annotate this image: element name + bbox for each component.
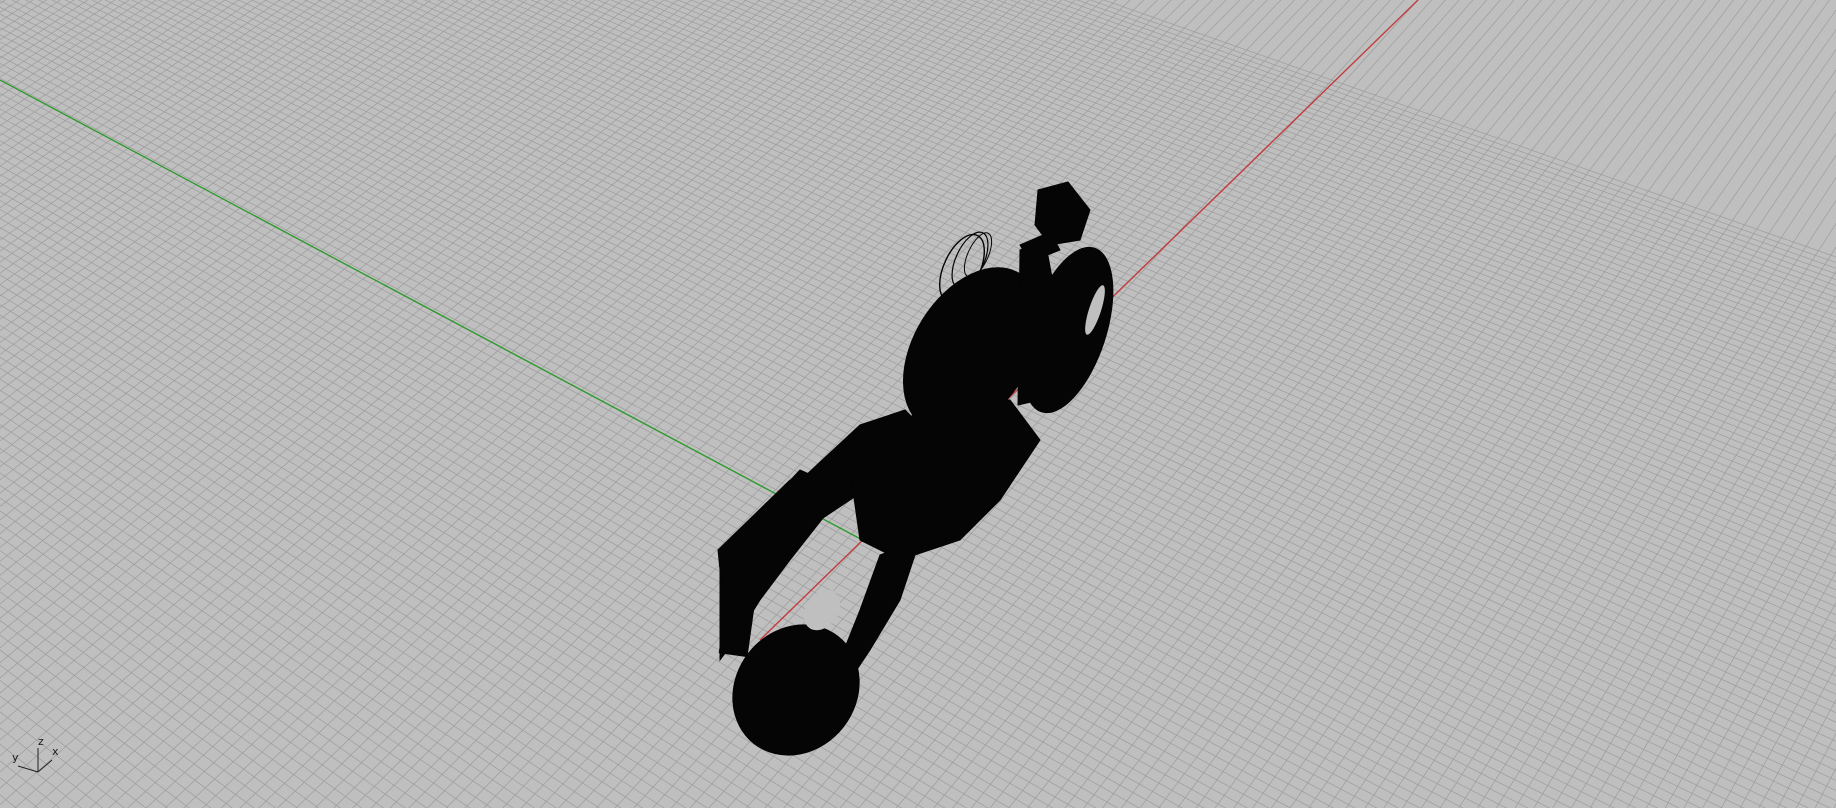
grid-line <box>445 0 1241 808</box>
grid-line <box>0 0 1061 808</box>
grid-line <box>0 0 617 808</box>
axis-orientation-widget: y z x <box>8 736 68 778</box>
grid-line <box>0 0 822 808</box>
grid-line <box>0 0 240 167</box>
exhaust <box>839 539 921 681</box>
grid-line <box>0 711 125 808</box>
grid-line <box>0 777 39 808</box>
grid-line <box>0 0 796 808</box>
grid-line <box>989 0 1638 808</box>
grid-line <box>745 0 1460 808</box>
grid-line <box>0 0 480 808</box>
grid-line <box>1027 0 1666 808</box>
grid-line <box>37 0 1680 808</box>
grid-line <box>0 0 157 107</box>
grid-line <box>0 324 773 808</box>
grid-line <box>389 0 1200 808</box>
axis-label-y: y <box>12 751 19 764</box>
grid-line <box>0 0 779 808</box>
grid-line <box>1233 0 1817 808</box>
grid-line <box>0 448 536 808</box>
grid-line <box>1570 371 1836 808</box>
grid-line <box>1533 320 1836 808</box>
grid-line <box>0 436 557 808</box>
grid-line <box>0 227 989 808</box>
grid-line <box>0 77 1378 808</box>
grid-line <box>0 0 747 619</box>
grid-line <box>0 0 7 4</box>
y-axis-line <box>0 79 901 561</box>
grid-line <box>1252 0 1830 808</box>
grid-line <box>1833 803 1836 808</box>
grid-line <box>1083 0 1707 808</box>
grid-line <box>24 0 1659 808</box>
grid-line <box>970 0 1625 808</box>
grid-line <box>0 0 548 808</box>
grid-line <box>0 0 1044 808</box>
grid-line <box>1589 398 1836 808</box>
grid-line <box>239 0 1090 808</box>
grid-line <box>0 649 212 808</box>
grid-line <box>352 0 1172 808</box>
axis-label-x: x <box>52 745 59 758</box>
motorcycle-wireframe-icon[interactable] <box>707 181 1131 781</box>
viewport-canvas[interactable] <box>0 0 1836 808</box>
axis-label-z: z <box>38 735 44 748</box>
grid-line <box>1327 69 1836 808</box>
perspective-viewport[interactable]: y z x <box>0 0 1836 808</box>
grid-line <box>0 0 295 209</box>
grid-line <box>1439 199 1836 808</box>
grid-line <box>0 0 1053 808</box>
grid-line <box>0 0 48 31</box>
grid-line <box>0 0 788 808</box>
